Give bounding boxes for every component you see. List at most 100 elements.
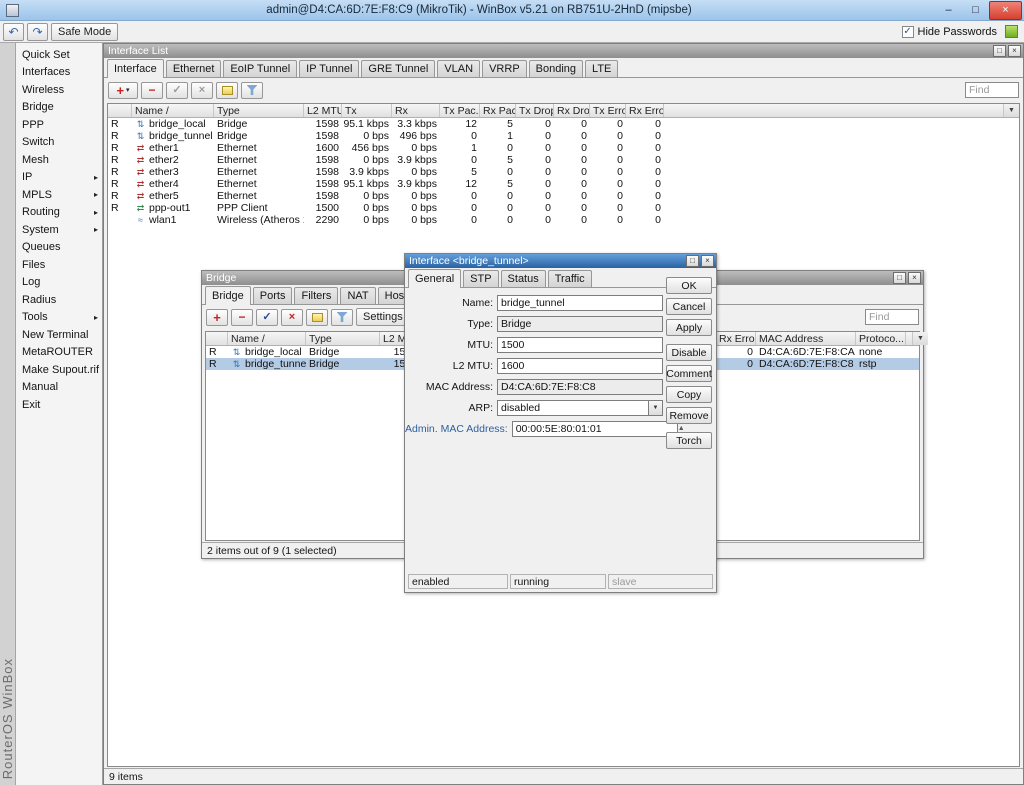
mtu-field[interactable]	[497, 337, 663, 353]
arp-select[interactable]: ▼	[497, 400, 663, 416]
tab[interactable]: Ethernet	[166, 60, 222, 77]
l2mtu-field[interactable]	[497, 358, 663, 374]
column-header-type[interactable]: Type	[306, 332, 380, 345]
apply-button[interactable]: Apply	[666, 319, 712, 336]
tab[interactable]: STP	[463, 270, 498, 287]
tab[interactable]: GRE Tunnel	[361, 60, 435, 77]
admin-mac-field[interactable]	[512, 421, 678, 437]
sidebar-item[interactable]: Exit	[16, 396, 102, 414]
sidebar-item[interactable]: Quick Set	[16, 46, 102, 64]
tab[interactable]: NAT	[340, 287, 375, 304]
interface-row[interactable]: R ether3 Ethernet 1598 3.9 kbps 0 bps 5 …	[108, 166, 1019, 178]
column-header-tx-drops[interactable]: Tx Drops	[516, 104, 554, 117]
tab[interactable]: General	[408, 269, 461, 288]
sidebar-item[interactable]: Manual	[16, 379, 102, 397]
column-header-tx-errors[interactable]: Tx Errors	[590, 104, 626, 117]
window-close-button[interactable]: ×	[1008, 45, 1021, 57]
disable-button[interactable]: Disable	[666, 344, 712, 361]
comment-button[interactable]: Comment	[666, 365, 712, 382]
sidebar-item[interactable]: System ▸	[16, 221, 102, 239]
remove-button[interactable]: −	[141, 82, 163, 99]
name-field[interactable]	[497, 295, 663, 311]
tab[interactable]: Ports	[253, 287, 293, 304]
sidebar-item[interactable]: Log	[16, 274, 102, 292]
sidebar-item[interactable]: IP ▸	[16, 169, 102, 187]
column-header-type[interactable]: Type	[214, 104, 304, 117]
find-input[interactable]	[865, 309, 919, 325]
sidebar-item[interactable]: Bridge	[16, 99, 102, 117]
remove-button[interactable]: −	[231, 309, 253, 326]
column-header-name[interactable]: Name /	[228, 332, 306, 345]
sidebar-item[interactable]: Make Supout.rif	[16, 361, 102, 379]
column-header-name[interactable]: Name /	[132, 104, 214, 117]
sidebar-item[interactable]: MetaROUTER	[16, 344, 102, 362]
add-button[interactable]: +▾	[108, 82, 138, 99]
sidebar-item[interactable]: Mesh	[16, 151, 102, 169]
safe-mode-button[interactable]: Safe Mode	[51, 23, 118, 41]
column-header-rx-packets[interactable]: Rx Pac...	[480, 104, 516, 117]
interface-row[interactable]: wlan1 Wireless (Atheros 11N) 2290 0 bps …	[108, 214, 1019, 226]
add-button[interactable]: +	[206, 309, 228, 326]
sidebar-item[interactable]: Interfaces	[16, 64, 102, 82]
sidebar-item[interactable]: Tools ▸	[16, 309, 102, 327]
copy-button[interactable]: Copy	[666, 386, 712, 403]
tab[interactable]: VLAN	[437, 60, 480, 77]
column-header-rx-drops[interactable]: Rx Drops	[554, 104, 590, 117]
cancel-button[interactable]: Cancel	[666, 298, 712, 315]
torch-button[interactable]: Torch	[666, 432, 712, 449]
settings-button[interactable]: Settings	[356, 308, 410, 326]
redo-button[interactable]: ↷	[27, 23, 48, 41]
window-close-button[interactable]: ×	[908, 272, 921, 284]
interface-row[interactable]: R ether2 Ethernet 1598 0 bps 3.9 kbps 0 …	[108, 154, 1019, 166]
tab[interactable]: EoIP Tunnel	[223, 60, 297, 77]
maximize-button[interactable]: □	[962, 1, 989, 20]
column-header-rx-errors[interactable]: Rx Errors	[626, 104, 664, 117]
interface-row[interactable]: R ppp-out1 PPP Client 1500 0 bps 0 bps 0…	[108, 202, 1019, 214]
column-selector-button[interactable]: ▼	[912, 332, 928, 345]
window-close-button[interactable]: ×	[701, 255, 714, 267]
sidebar-item[interactable]: New Terminal	[16, 326, 102, 344]
find-input[interactable]	[965, 82, 1019, 98]
window-restore-button[interactable]: □	[686, 255, 699, 267]
interface-row[interactable]: R ether4 Ethernet 1598 95.1 kbps 3.9 kbp…	[108, 178, 1019, 190]
sidebar-item[interactable]: Queues	[16, 239, 102, 257]
column-header-protocol[interactable]: Protoco...	[856, 332, 906, 345]
column-selector-button[interactable]: ▼	[1003, 104, 1019, 117]
ok-button[interactable]: OK	[666, 277, 712, 294]
tab[interactable]: Interface	[107, 59, 164, 78]
tab[interactable]: Filters	[294, 287, 338, 304]
app-titlebar[interactable]: admin@D4:CA:6D:7E:F8:C9 (MikroTik) - Win…	[0, 0, 1024, 21]
comment-button[interactable]	[216, 82, 238, 99]
arp-field[interactable]	[497, 400, 648, 416]
interface-row[interactable]: R bridge_tunnel Bridge 1598 0 bps 496 bp…	[108, 130, 1019, 142]
interface-row[interactable]: R ether1 Ethernet 1600 456 bps 0 bps 1 0…	[108, 142, 1019, 154]
remove-button[interactable]: Remove	[666, 407, 712, 424]
column-header-l2mtu[interactable]: L2 MTU	[304, 104, 342, 117]
minimize-button[interactable]: –	[935, 1, 962, 20]
sidebar-item[interactable]: Files	[16, 256, 102, 274]
disable-button[interactable]: ×	[281, 309, 303, 326]
column-header-tx[interactable]: Tx	[342, 104, 392, 117]
column-header-tx-packets[interactable]: Tx Pac...	[440, 104, 480, 117]
close-button[interactable]: ×	[989, 1, 1022, 20]
interface-row[interactable]: R bridge_local Bridge 1598 95.1 kbps 3.3…	[108, 118, 1019, 130]
undo-button[interactable]: ↶	[3, 23, 24, 41]
hide-passwords-checkbox[interactable]: ✓	[902, 26, 914, 38]
tab[interactable]: Bonding	[529, 60, 583, 77]
column-header-rx[interactable]: Rx	[392, 104, 440, 117]
sidebar-item[interactable]: Wireless	[16, 81, 102, 99]
arp-dropdown-button[interactable]: ▼	[648, 400, 663, 416]
sidebar-item[interactable]: Routing ▸	[16, 204, 102, 222]
tab[interactable]: Status	[501, 270, 546, 287]
comment-button[interactable]	[306, 309, 328, 326]
sidebar-item[interactable]: Switch	[16, 134, 102, 152]
enable-button[interactable]: ✓	[256, 309, 278, 326]
column-header-rx-errors[interactable]: Rx Errors	[716, 332, 756, 345]
disable-button[interactable]: ×	[191, 82, 213, 99]
window-restore-button[interactable]: □	[993, 45, 1006, 57]
enable-button[interactable]: ✓	[166, 82, 188, 99]
column-header-flags[interactable]	[108, 104, 132, 117]
tab[interactable]: Bridge	[205, 286, 251, 305]
sidebar-item[interactable]: PPP	[16, 116, 102, 134]
tab[interactable]: VRRP	[482, 60, 527, 77]
